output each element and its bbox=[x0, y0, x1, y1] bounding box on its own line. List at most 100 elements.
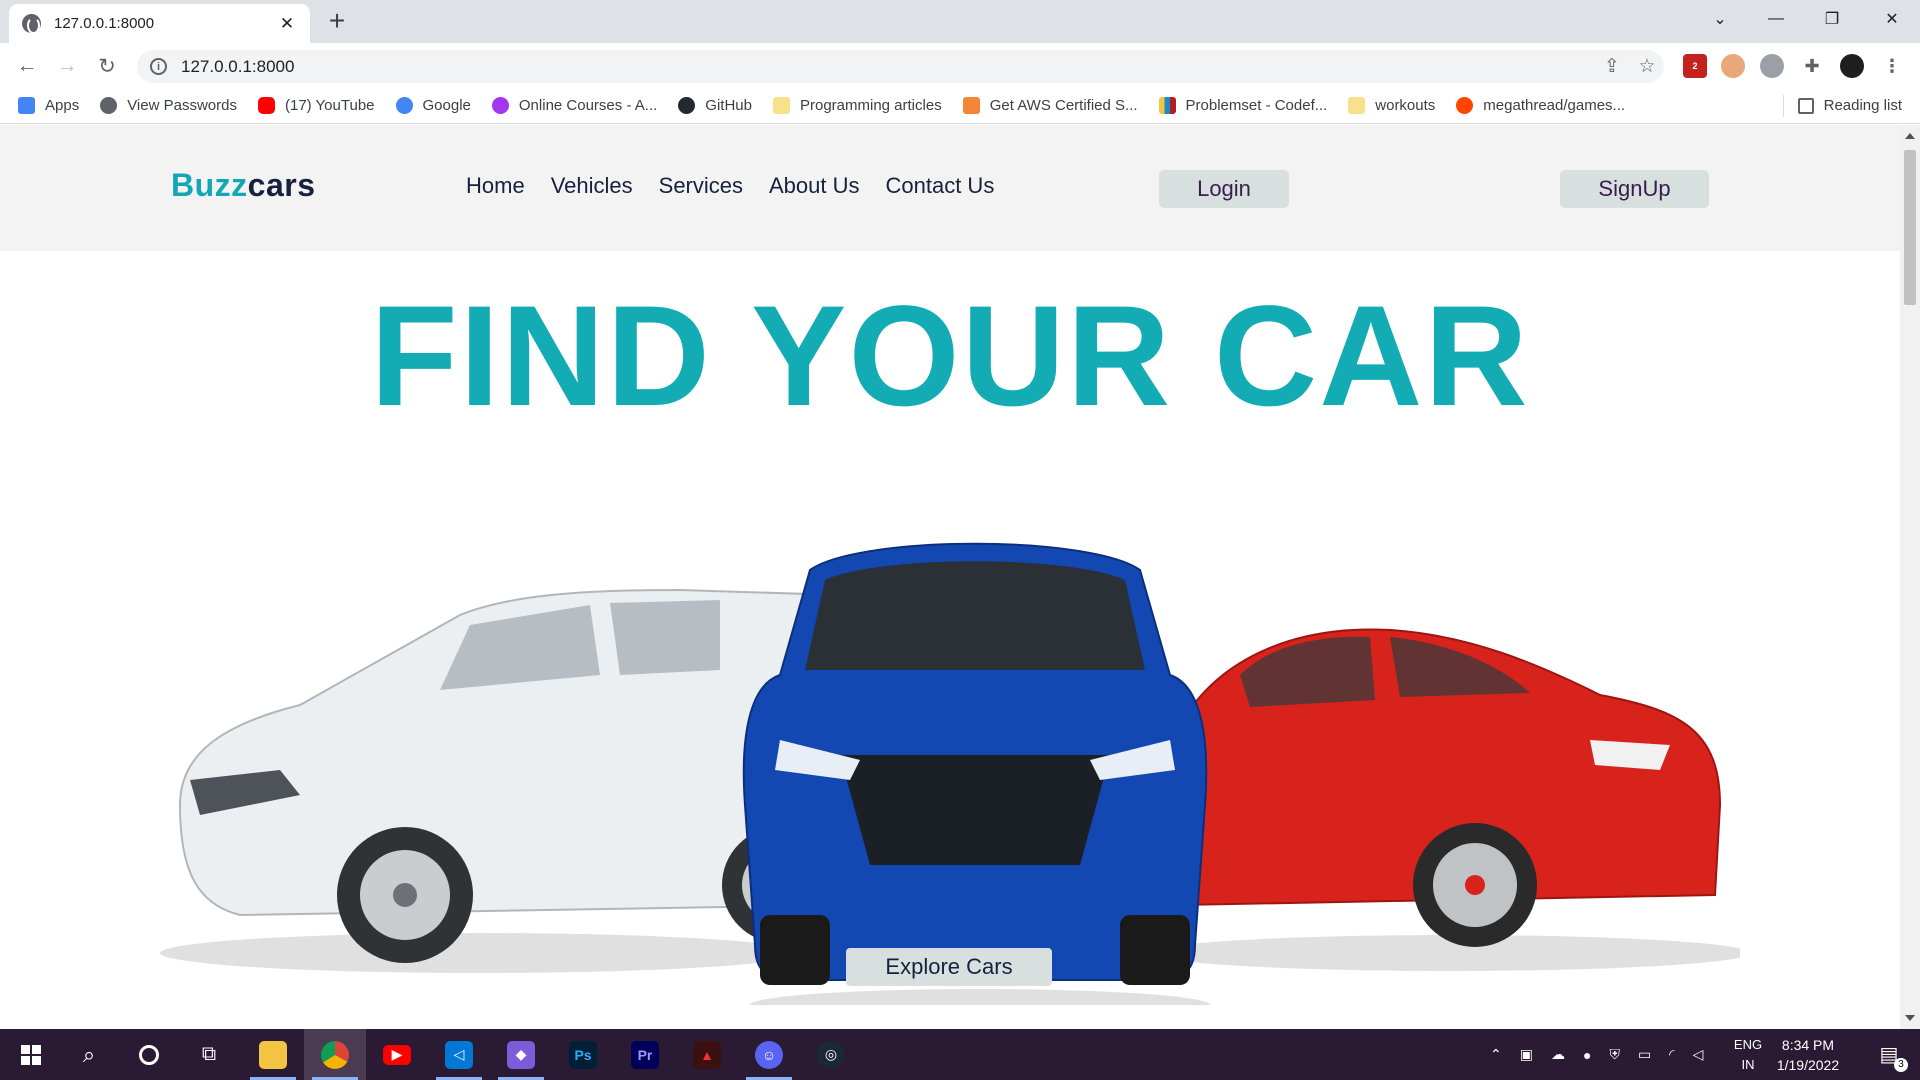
avatar-extension-icon[interactable] bbox=[1721, 54, 1745, 78]
close-tab-icon[interactable]: ✕ bbox=[277, 14, 297, 34]
taskbar-chrome[interactable] bbox=[304, 1029, 366, 1080]
bookmark-workouts[interactable]: workouts bbox=[1348, 96, 1436, 114]
chevron-up-icon[interactable]: ⌃ bbox=[1490, 1046, 1502, 1063]
bookmark-label: workouts bbox=[1375, 96, 1436, 114]
tab-title: 127.0.0.1:8000 bbox=[54, 15, 155, 32]
signup-button[interactable]: SignUp bbox=[1560, 170, 1709, 208]
browser-tab[interactable]: 127.0.0.1:8000 ✕ bbox=[9, 4, 310, 43]
back-button[interactable]: ← bbox=[12, 51, 42, 81]
youtube-icon bbox=[257, 96, 275, 114]
battery-icon[interactable]: ▭ bbox=[1638, 1046, 1651, 1063]
new-tab-button[interactable]: + bbox=[325, 6, 349, 36]
search-button[interactable]: ⌕ bbox=[58, 1029, 120, 1080]
nav-contact-us[interactable]: Contact Us bbox=[886, 173, 995, 199]
cars-hero-image bbox=[160, 542, 1740, 1005]
reload-button[interactable]: ↻ bbox=[92, 51, 122, 81]
bookmark-youtube[interactable]: (17) YouTube bbox=[257, 96, 375, 114]
browser-tab-strip: 127.0.0.1:8000 ✕ + ⌄ — ❐ ✕ bbox=[0, 0, 1920, 43]
bookmark-reddit[interactable]: megathread/games... bbox=[1456, 96, 1625, 114]
youtube-icon: ▶ bbox=[383, 1044, 411, 1065]
forward-button[interactable]: → bbox=[52, 51, 82, 81]
bookmark-codeforces[interactable]: Problemset - Codef... bbox=[1158, 96, 1327, 114]
ublock-extension-icon[interactable]: 2 bbox=[1683, 54, 1707, 78]
nav-services[interactable]: Services bbox=[659, 173, 743, 199]
reading-list-button[interactable]: Reading list bbox=[1782, 87, 1902, 124]
start-button[interactable] bbox=[0, 1029, 62, 1080]
page-viewport: Buzzcars Home Vehicles Services About Us… bbox=[0, 125, 1900, 1029]
divider bbox=[1782, 94, 1784, 117]
notification-count: 3 bbox=[1894, 1058, 1908, 1072]
system-clock[interactable]: 8:34 PM 1/19/2022 bbox=[1760, 1035, 1856, 1075]
taskbar-file-explorer[interactable] bbox=[242, 1029, 304, 1080]
taskbar-game[interactable]: ▲ bbox=[676, 1029, 738, 1080]
minimize-button[interactable]: — bbox=[1748, 0, 1804, 38]
camera-icon[interactable]: ▣ bbox=[1520, 1046, 1533, 1063]
page-scrollbar[interactable] bbox=[1900, 125, 1920, 1029]
scroll-up-icon[interactable] bbox=[1905, 133, 1915, 139]
taskbar-steam[interactable]: ◎ bbox=[800, 1029, 862, 1080]
address-bar[interactable]: i 127.0.0.1:8000 ⇪ ☆ bbox=[137, 50, 1664, 83]
scroll-down-icon[interactable] bbox=[1905, 1015, 1915, 1021]
taskbar-photoshop[interactable]: Ps bbox=[552, 1029, 614, 1080]
reading-list-icon bbox=[1797, 97, 1814, 114]
bookmark-google[interactable]: Google bbox=[395, 96, 471, 114]
cat-extension-icon[interactable] bbox=[1760, 54, 1784, 78]
bookmark-label: Apps bbox=[45, 96, 80, 114]
profile-avatar[interactable] bbox=[1840, 54, 1864, 78]
extension-badge: 2 bbox=[1692, 61, 1698, 71]
racing-game-icon: ▲ bbox=[693, 1040, 721, 1069]
volume-icon[interactable]: ◁ bbox=[1693, 1046, 1704, 1063]
nav-home[interactable]: Home bbox=[466, 173, 525, 199]
security-icon[interactable]: ⛨ bbox=[1609, 1046, 1620, 1063]
cortana-button[interactable] bbox=[118, 1029, 180, 1080]
notification-center-button[interactable]: ▤ 3 bbox=[1858, 1029, 1920, 1080]
reddit-icon bbox=[1456, 96, 1474, 114]
taskbar-premiere[interactable]: Pr bbox=[614, 1029, 676, 1080]
microphone-icon[interactable]: ● bbox=[1583, 1047, 1591, 1063]
bookmark-label: Online Courses - A... bbox=[518, 96, 658, 114]
wifi-icon[interactable]: ◜ bbox=[1669, 1046, 1674, 1063]
restore-button[interactable]: ❐ bbox=[1804, 0, 1860, 38]
nav-about-us[interactable]: About Us bbox=[769, 173, 860, 199]
bookmark-star-icon[interactable]: ☆ bbox=[1632, 50, 1662, 83]
site-logo[interactable]: Buzzcars bbox=[171, 167, 316, 204]
bookmark-programming-articles[interactable]: Programming articles bbox=[772, 96, 942, 114]
red-sedan-image bbox=[1179, 628, 1722, 947]
windows-taskbar: ⌕ ⧉ ▶ ◁ ◆ Ps Pr ▲ ☺ ◎ ⌃ ▣ ☁ ● ⛨ ▭ ◜ ◁ EN… bbox=[0, 1029, 1920, 1080]
scrollbar-thumb[interactable] bbox=[1904, 150, 1916, 305]
chrome-icon bbox=[321, 1040, 349, 1069]
share-icon[interactable]: ⇪ bbox=[1597, 50, 1627, 83]
more-menu-icon[interactable]: ⋮ bbox=[1880, 54, 1904, 78]
close-window-button[interactable]: ✕ bbox=[1864, 0, 1920, 38]
login-button[interactable]: Login bbox=[1159, 170, 1289, 208]
search-icon: ⌕ bbox=[82, 1041, 96, 1067]
photoshop-icon: Ps bbox=[569, 1040, 597, 1069]
clock-time: 8:34 PM bbox=[1781, 1037, 1835, 1053]
steam-icon: ◎ bbox=[817, 1040, 845, 1069]
bookmark-apps[interactable]: Apps bbox=[18, 96, 80, 114]
extensions-puzzle-icon[interactable]: ✚ bbox=[1800, 54, 1824, 78]
tab-search-icon[interactable]: ⌄ bbox=[1692, 0, 1748, 38]
nav-vehicles[interactable]: Vehicles bbox=[551, 173, 633, 199]
site-info-icon[interactable]: i bbox=[150, 58, 167, 75]
bookmark-udemy[interactable]: Online Courses - A... bbox=[491, 96, 658, 114]
taskbar-youtube[interactable]: ▶ bbox=[366, 1029, 428, 1080]
explore-cars-button[interactable]: Explore Cars bbox=[846, 948, 1052, 986]
cortana-circle-icon bbox=[139, 1044, 159, 1065]
taskbar-vscode[interactable]: ◁ bbox=[428, 1029, 490, 1080]
task-view-button[interactable]: ⧉ bbox=[178, 1029, 240, 1080]
onedrive-cloud-icon[interactable]: ☁ bbox=[1551, 1046, 1565, 1063]
bookmarks-bar: Apps View Passwords (17) YouTube Google … bbox=[0, 87, 1920, 124]
site-menu: Home Vehicles Services About Us Contact … bbox=[466, 173, 1020, 199]
taskbar-obsidian[interactable]: ◆ bbox=[490, 1029, 552, 1080]
taskbar-discord[interactable]: ☺ bbox=[738, 1029, 800, 1080]
system-tray: ⌃ ▣ ☁ ● ⛨ ▭ ◜ ◁ bbox=[1490, 1029, 1703, 1080]
task-view-icon: ⧉ bbox=[201, 1043, 217, 1065]
bookmark-view-passwords[interactable]: View Passwords bbox=[100, 96, 237, 114]
bookmark-label: Programming articles bbox=[799, 96, 942, 114]
car-shadow bbox=[1150, 935, 1740, 971]
apps-grid-icon bbox=[18, 96, 35, 114]
bookmark-github[interactable]: GitHub bbox=[678, 96, 752, 114]
bookmark-aws[interactable]: Get AWS Certified S... bbox=[962, 96, 1138, 114]
file-explorer-icon bbox=[259, 1040, 287, 1069]
